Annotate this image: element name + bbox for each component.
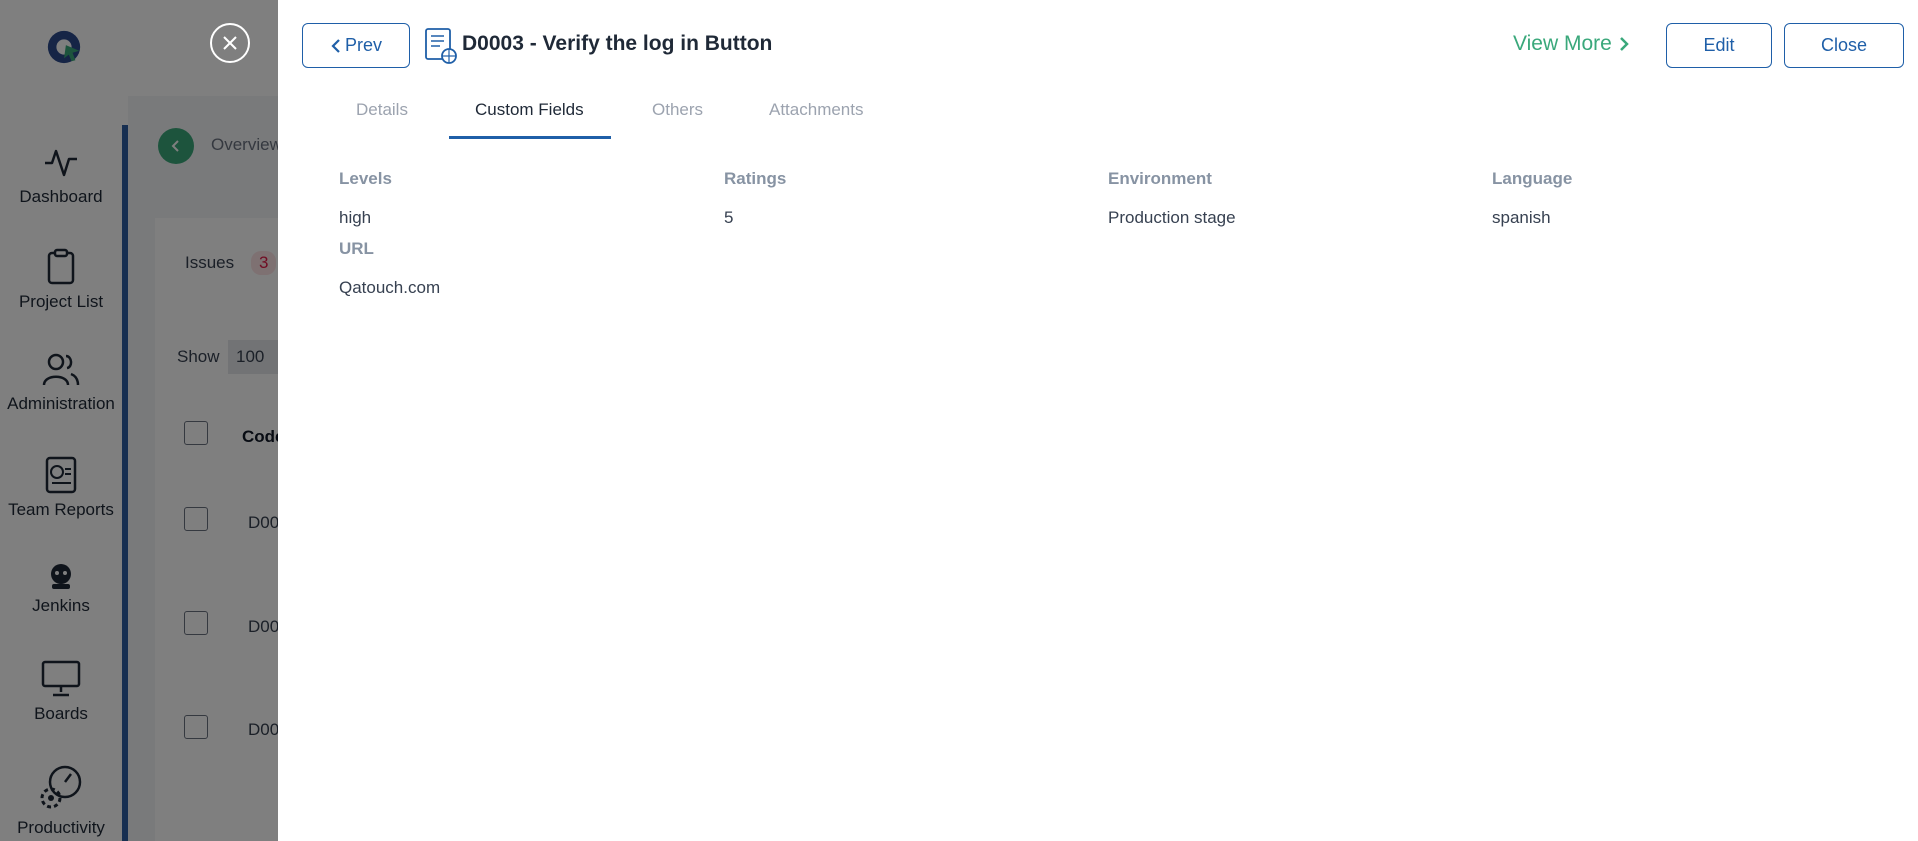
field-label-language: Language [1492, 169, 1573, 188]
field-label-environment: Environment [1108, 169, 1212, 188]
tab-custom-fields[interactable]: Custom Fields [475, 100, 584, 120]
prev-label: Prev [344, 35, 382, 55]
detail-drawer: Prev D0003 - Verify the log in Button Vi… [278, 0, 1918, 841]
view-more-label: View More [1513, 32, 1612, 55]
tab-details[interactable]: Details [356, 100, 408, 120]
page-title: D0003 - Verify the log in Button [462, 32, 773, 55]
view-more-link[interactable]: View More [1513, 32, 1630, 56]
active-tab-indicator [449, 136, 611, 139]
chevron-right-icon [1619, 37, 1629, 51]
close-icon [223, 36, 237, 50]
field-value-environment: Production stage [1108, 208, 1236, 227]
field-value-ratings: 5 [724, 208, 734, 227]
field-label-url: URL [339, 239, 374, 258]
prev-button[interactable]: Prev [302, 23, 410, 68]
field-value-levels: high [339, 208, 372, 227]
field-label-ratings: Ratings [724, 169, 787, 188]
tab-attachments[interactable]: Attachments [769, 100, 864, 120]
test-case-icon [425, 28, 457, 64]
close-drawer-button[interactable] [210, 23, 250, 63]
field-value-url: Qatouch.com [339, 278, 441, 297]
chevron-left-icon [331, 38, 340, 53]
tab-others[interactable]: Others [652, 100, 703, 120]
edit-button[interactable]: Edit [1666, 23, 1772, 68]
close-button[interactable]: Close [1784, 23, 1904, 68]
field-value-language: spanish [1492, 208, 1551, 227]
field-label-levels: Levels [339, 169, 392, 188]
